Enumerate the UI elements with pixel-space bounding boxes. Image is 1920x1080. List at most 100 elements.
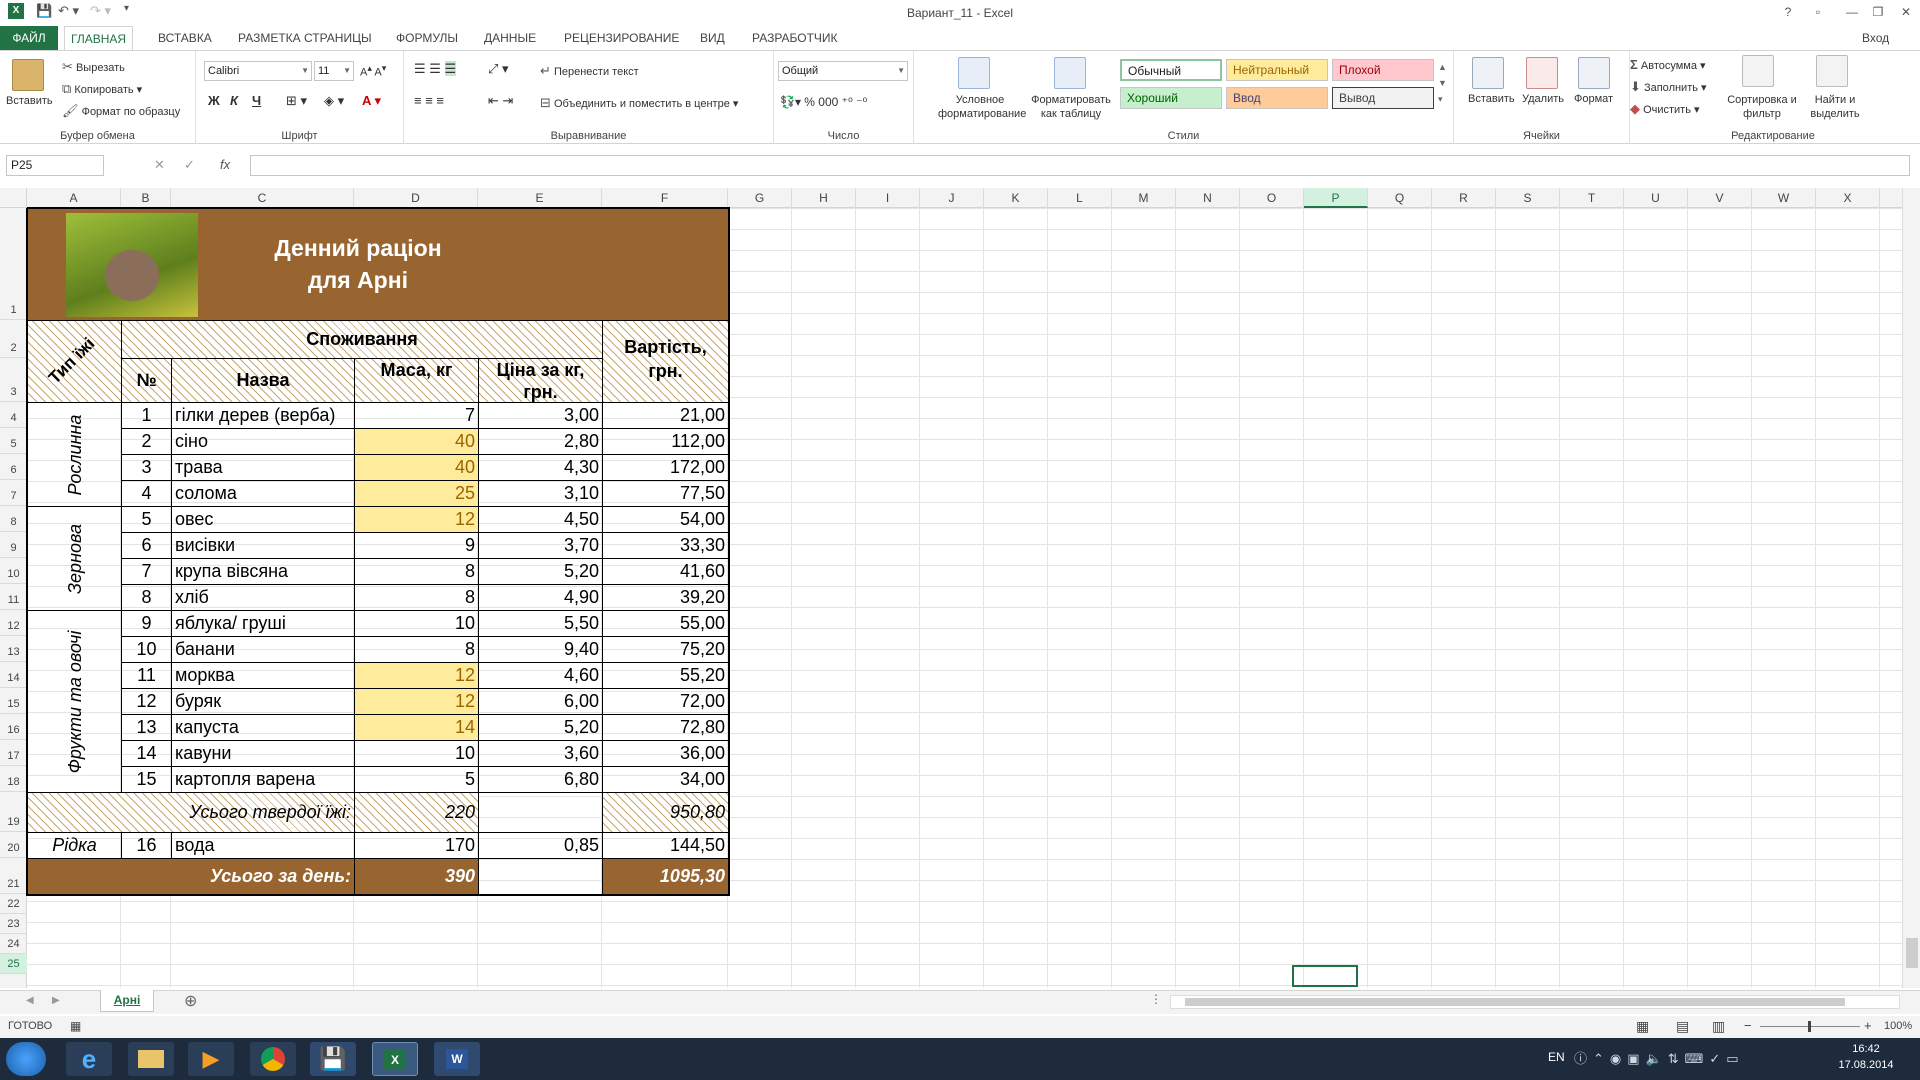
- item-cost[interactable]: 75,20: [602, 636, 729, 663]
- liquid-no[interactable]: 16: [121, 832, 172, 859]
- item-no[interactable]: 7: [121, 558, 172, 585]
- item-mass[interactable]: 8: [354, 636, 479, 663]
- conditional-format-icon[interactable]: [958, 57, 990, 89]
- column-header[interactable]: F: [602, 188, 728, 208]
- liquid-price[interactable]: 0,85: [478, 832, 603, 859]
- format-as-table-button[interactable]: Форматировать как таблицу: [1026, 93, 1116, 121]
- delete-cells-icon[interactable]: [1526, 57, 1558, 89]
- delete-cells-button[interactable]: Удалить: [1522, 93, 1564, 105]
- enter-icon[interactable]: ✓: [184, 157, 195, 173]
- insert-cells-button[interactable]: Вставить: [1468, 93, 1515, 105]
- row-header[interactable]: 14: [0, 662, 27, 688]
- item-cost[interactable]: 55,00: [602, 610, 729, 637]
- item-no[interactable]: 1: [121, 402, 172, 429]
- item-no[interactable]: 13: [121, 714, 172, 741]
- vertical-scrollbar[interactable]: [1902, 188, 1920, 988]
- liquid-type[interactable]: Рідка: [27, 832, 122, 859]
- item-mass[interactable]: 9: [354, 532, 479, 559]
- format-as-table-icon[interactable]: [1054, 57, 1086, 89]
- start-button[interactable]: [6, 1042, 46, 1076]
- column-header[interactable]: E: [478, 188, 602, 208]
- column-header[interactable]: L: [1048, 188, 1112, 208]
- tab-insert[interactable]: ВСТАВКА: [152, 26, 218, 50]
- clock-date[interactable]: 17.08.2014: [1832, 1059, 1900, 1071]
- item-price[interactable]: 3,60: [478, 740, 603, 767]
- column-header[interactable]: B: [121, 188, 171, 208]
- item-price[interactable]: 6,00: [478, 688, 603, 715]
- row-header[interactable]: 3: [0, 358, 27, 402]
- day-total-empty[interactable]: [478, 858, 603, 895]
- item-name[interactable]: трава: [171, 454, 355, 481]
- item-name[interactable]: капуста: [171, 714, 355, 741]
- ribbon-display-button[interactable]: ▫: [1806, 2, 1830, 22]
- tab-view[interactable]: ВИД: [694, 26, 731, 50]
- column-header[interactable]: T: [1560, 188, 1624, 208]
- item-price[interactable]: 4,90: [478, 584, 603, 611]
- row-header[interactable]: 15: [0, 688, 27, 714]
- item-price[interactable]: 4,50: [478, 506, 603, 533]
- row-header[interactable]: 18: [0, 766, 27, 792]
- item-name[interactable]: картопля варена: [171, 766, 355, 793]
- item-cost[interactable]: 34,00: [602, 766, 729, 793]
- excel-taskbar-icon[interactable]: X: [372, 1042, 418, 1076]
- font-name-select[interactable]: Calibri ▼: [204, 61, 312, 81]
- clear-button[interactable]: ◆ Очистить ▾: [1630, 101, 1700, 117]
- row-header[interactable]: 10: [0, 558, 27, 584]
- header-food-type[interactable]: Тип їжі: [27, 320, 122, 403]
- tab-review[interactable]: РЕЦЕНЗИРОВАНИЕ: [558, 26, 685, 50]
- header-mass[interactable]: Маса, кг: [354, 358, 479, 403]
- item-name[interactable]: овес: [171, 506, 355, 533]
- item-mass[interactable]: 12: [354, 688, 479, 715]
- merge-center-button[interactable]: ⊟ Объединить и поместить в центре ▾: [540, 95, 738, 111]
- item-mass[interactable]: 7: [354, 402, 479, 429]
- row-header[interactable]: 5: [0, 428, 27, 454]
- item-price[interactable]: 4,30: [478, 454, 603, 481]
- column-header[interactable]: J: [920, 188, 984, 208]
- format-cells-icon[interactable]: [1578, 57, 1610, 89]
- column-header[interactable]: M: [1112, 188, 1176, 208]
- day-total-label[interactable]: Усього за день:: [27, 858, 355, 895]
- item-name[interactable]: кавуни: [171, 740, 355, 767]
- horizontal-scrollbar[interactable]: [1170, 995, 1900, 1009]
- item-name[interactable]: солома: [171, 480, 355, 507]
- item-cost[interactable]: 54,00: [602, 506, 729, 533]
- paste-button[interactable]: Вставить: [6, 95, 53, 107]
- item-no[interactable]: 10: [121, 636, 172, 663]
- chrome-icon[interactable]: [250, 1042, 296, 1076]
- header-name[interactable]: Назва: [171, 358, 355, 403]
- column-header[interactable]: U: [1624, 188, 1688, 208]
- item-mass[interactable]: 8: [354, 584, 479, 611]
- tray-icons[interactable]: ⓘ⌃◉▣🔈⇅⌨✓▭: [1574, 1048, 1745, 1067]
- solid-total-empty[interactable]: [478, 792, 603, 833]
- style-bad[interactable]: Плохой: [1332, 59, 1434, 81]
- item-cost[interactable]: 112,00: [602, 428, 729, 455]
- formula-input[interactable]: [250, 155, 1910, 176]
- zoom-out-icon[interactable]: −: [1744, 1018, 1752, 1033]
- style-input[interactable]: Ввод: [1226, 87, 1328, 109]
- item-cost[interactable]: 72,00: [602, 688, 729, 715]
- item-name[interactable]: банани: [171, 636, 355, 663]
- row-header[interactable]: 20: [0, 832, 27, 858]
- group-plant[interactable]: Рослинна: [27, 402, 122, 507]
- copy-button[interactable]: ⧉ Копировать ▾: [62, 81, 142, 97]
- item-mass[interactable]: 10: [354, 610, 479, 637]
- select-all-corner[interactable]: [0, 188, 27, 208]
- style-good[interactable]: Хороший: [1120, 87, 1222, 109]
- style-output[interactable]: Вывод: [1332, 87, 1434, 109]
- item-no[interactable]: 12: [121, 688, 172, 715]
- item-mass[interactable]: 14: [354, 714, 479, 741]
- column-header[interactable]: V: [1688, 188, 1752, 208]
- macro-record-icon[interactable]: ▦: [70, 1019, 81, 1033]
- item-cost[interactable]: 172,00: [602, 454, 729, 481]
- solid-total-cost[interactable]: 950,80: [602, 792, 729, 833]
- row-header[interactable]: 2: [0, 320, 27, 358]
- zoom-slider[interactable]: [1760, 1021, 1860, 1032]
- row-header[interactable]: 1: [0, 208, 27, 320]
- item-price[interactable]: 2,80: [478, 428, 603, 455]
- align-top-icon[interactable]: ☰ ☰ ☰: [414, 61, 457, 77]
- row-header[interactable]: 21: [0, 858, 27, 894]
- item-cost[interactable]: 39,20: [602, 584, 729, 611]
- row-header[interactable]: 9: [0, 532, 27, 558]
- add-sheet-icon[interactable]: ⊕: [184, 991, 197, 1011]
- title-cell[interactable]: Денний раціон для Арні: [27, 208, 729, 321]
